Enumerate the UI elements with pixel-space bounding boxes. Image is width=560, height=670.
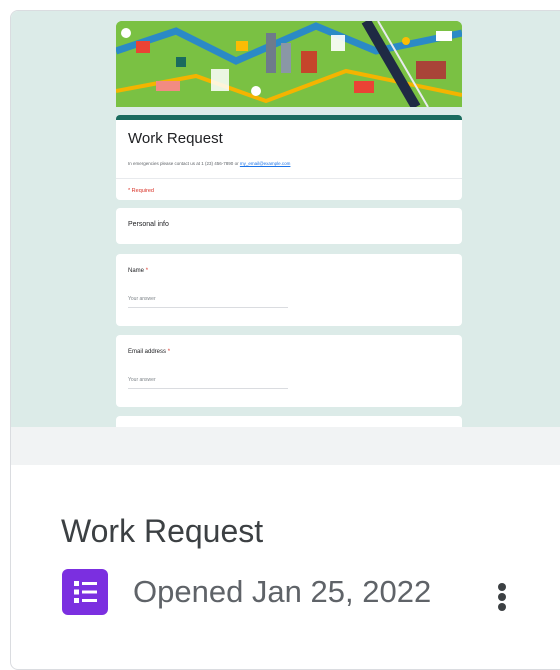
question-label-text: Name <box>128 268 145 274</box>
file-card[interactable]: Work Request In emergencies please conta… <box>10 10 560 670</box>
more-options-button[interactable] <box>487 569 517 619</box>
question-answer-placeholder: Your answer <box>128 296 156 302</box>
file-title: Work Request <box>61 513 264 549</box>
form-title-panel: Work Request In emergencies please conta… <box>116 115 462 200</box>
form-preview-description: In emergencies please contact us at 1 (2… <box>128 161 290 166</box>
form-question-name: Name * Your answer <box>116 254 462 326</box>
form-header-banner-image <box>116 21 462 107</box>
thumbnail-bottom-strip <box>11 427 560 465</box>
form-question-cutoff <box>116 416 462 427</box>
question-required-mark: * <box>145 268 149 274</box>
question-label: Email address * <box>128 349 170 355</box>
form-title-divider <box>116 178 462 179</box>
question-label: Name * <box>128 268 148 274</box>
form-preview-thumbnail[interactable]: Work Request In emergencies please conta… <box>11 11 560 427</box>
question-answer-underline <box>128 307 288 308</box>
question-required-mark: * <box>167 349 171 355</box>
form-preview-email-link: my_email@example.com <box>239 161 291 166</box>
form-preview-description-text: In emergencies please contact us at 1 (2… <box>128 161 239 166</box>
form-question-email: Email address * Your answer <box>116 335 462 407</box>
form-preview-title: Work Request <box>128 130 223 147</box>
google-forms-icon <box>62 569 108 615</box>
question-label-text: Email address <box>128 349 167 355</box>
form-section-panel: Personal info <box>116 208 462 244</box>
form-preview-required-note: * Required <box>128 188 154 194</box>
question-answer-placeholder: Your answer <box>128 377 156 383</box>
last-opened-date: Opened Jan 25, 2022 <box>133 574 432 609</box>
form-section-label: Personal info <box>128 221 169 228</box>
question-answer-underline <box>128 388 288 389</box>
